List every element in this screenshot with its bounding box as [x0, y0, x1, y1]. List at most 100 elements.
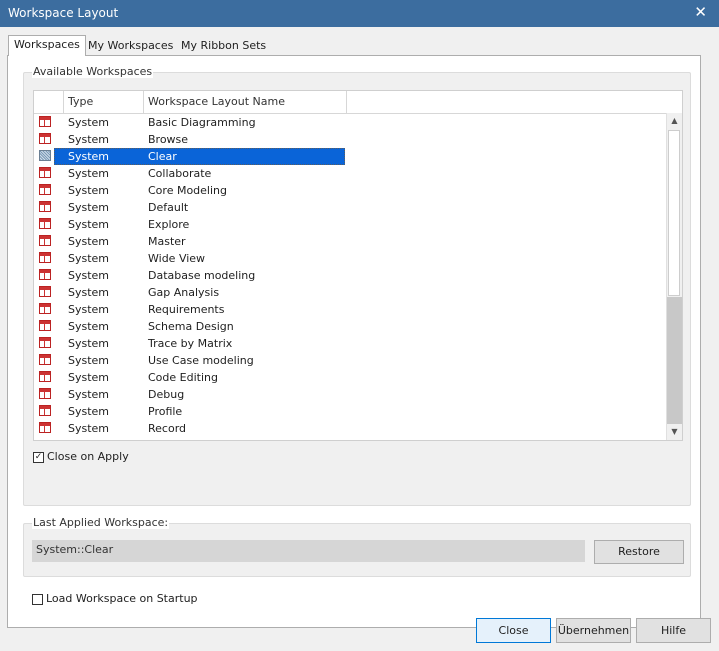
title-bar: Workspace Layout ✕: [0, 0, 719, 27]
close-window-icon[interactable]: ✕: [694, 3, 707, 21]
row-workspace-name: Debug: [148, 388, 185, 401]
row-workspace-name: Schema Design: [148, 320, 234, 333]
row-workspace-name: Basic Diagramming: [148, 116, 256, 129]
row-type: System: [68, 303, 110, 316]
workspace-layout-icon: [39, 150, 51, 161]
workspace-layout-icon: [39, 371, 51, 382]
workspace-layout-icon: [39, 388, 51, 399]
row-type: System: [68, 286, 110, 299]
tab-my-workspaces[interactable]: My Workspaces: [83, 37, 178, 55]
row-workspace-name: Master: [148, 235, 186, 248]
dialog-body: Workspaces My Workspaces My Ribbon Sets …: [0, 27, 719, 651]
close-on-apply-checkbox[interactable]: ✓: [33, 452, 44, 463]
row-type: System: [68, 218, 110, 231]
list-item[interactable]: System Record: [34, 420, 667, 437]
row-workspace-name: Record: [148, 422, 187, 435]
workspace-layout-icon: [39, 337, 51, 348]
list-item[interactable]: System Requirements: [34, 301, 667, 318]
load-on-startup-checkbox[interactable]: [32, 594, 43, 605]
list-item[interactable]: System Schema Design: [34, 318, 667, 335]
row-type: System: [68, 252, 110, 265]
list-item[interactable]: System Gap Analysis: [34, 284, 667, 301]
list-item[interactable]: System Browse: [34, 131, 667, 148]
row-workspace-name: Gap Analysis: [148, 286, 220, 299]
header-type[interactable]: Type: [64, 91, 144, 113]
tab-workspaces[interactable]: Workspaces: [8, 35, 86, 56]
row-type: System: [68, 269, 110, 282]
list-item[interactable]: System Clear: [34, 148, 667, 165]
workspace-layout-icon: [39, 269, 51, 280]
tab-panel-workspaces: Available Workspaces Type Workspace Layo…: [7, 55, 701, 628]
workspace-layout-icon: [39, 405, 51, 416]
available-workspaces-group: Available Workspaces Type Workspace Layo…: [23, 65, 691, 506]
scroll-up-icon[interactable]: ▲: [667, 113, 682, 129]
row-type: System: [68, 422, 110, 435]
list-item[interactable]: System Use Case modeling: [34, 352, 667, 369]
list-header: Type Workspace Layout Name: [34, 91, 667, 114]
workspace-layout-icon: [39, 116, 51, 127]
row-workspace-name: Browse: [148, 133, 189, 146]
row-workspace-name: Wide View: [148, 252, 206, 265]
row-workspace-name: Database modeling: [148, 269, 256, 282]
load-on-startup-label: Load Workspace on Startup: [46, 592, 198, 605]
row-workspace-name: Explore: [148, 218, 190, 231]
scroll-track[interactable]: [667, 297, 682, 424]
row-type: System: [68, 201, 110, 214]
header-workspace-layout-name[interactable]: Workspace Layout Name: [144, 91, 347, 113]
list-item[interactable]: System Default: [34, 199, 667, 216]
row-workspace-name: Collaborate: [148, 167, 212, 180]
list-item[interactable]: System Database modeling: [34, 267, 667, 284]
list-item[interactable]: System Wide View: [34, 250, 667, 267]
row-type: System: [68, 320, 110, 333]
row-type: System: [68, 337, 110, 350]
row-type: System: [68, 167, 110, 180]
help-button[interactable]: Hilfe: [636, 618, 711, 643]
scroll-thumb[interactable]: [668, 130, 680, 296]
row-type: System: [68, 150, 110, 163]
workspace-layout-icon: [39, 354, 51, 365]
last-applied-value: System::Clear: [32, 540, 585, 562]
header-corner: [666, 91, 682, 113]
row-type: System: [68, 388, 110, 401]
list-item[interactable]: System Collaborate: [34, 165, 667, 182]
row-type: System: [68, 354, 110, 367]
scroll-down-icon[interactable]: ▼: [667, 424, 682, 440]
workspace-list[interactable]: Type Workspace Layout Name System Basic D…: [33, 90, 683, 441]
list-item[interactable]: System Master: [34, 233, 667, 250]
list-item[interactable]: System Core Modeling: [34, 182, 667, 199]
row-type: System: [68, 235, 110, 248]
row-type: System: [68, 184, 110, 197]
row-workspace-name: Default: [148, 201, 189, 214]
header-icon-column: [34, 91, 64, 113]
row-workspace-name: Core Modeling: [148, 184, 227, 197]
list-item[interactable]: System Explore: [34, 216, 667, 233]
workspace-layout-icon: [39, 167, 51, 178]
tab-my-ribbon-sets[interactable]: My Ribbon Sets: [176, 37, 271, 55]
restore-button[interactable]: Restore: [594, 540, 684, 564]
list-item[interactable]: System Basic Diagramming: [34, 114, 667, 131]
close-button[interactable]: Close: [476, 618, 551, 643]
row-workspace-name: Requirements: [148, 303, 225, 316]
row-type: System: [68, 116, 110, 129]
list-item[interactable]: System Code Editing: [34, 369, 667, 386]
row-workspace-name: Code Editing: [148, 371, 218, 384]
last-applied-label: Last Applied Workspace:: [32, 516, 170, 529]
close-on-apply-label: Close on Apply: [47, 450, 129, 463]
list-item[interactable]: System Trace by Matrix: [34, 335, 667, 352]
row-type: System: [68, 405, 110, 418]
vertical-scrollbar[interactable]: ▲ ▼: [666, 113, 682, 440]
workspace-layout-icon: [39, 286, 51, 297]
workspace-layout-icon: [39, 320, 51, 331]
last-applied-group: Last Applied Workspace: System::Clear Re…: [23, 516, 691, 577]
workspace-layout-icon: [39, 422, 51, 433]
row-type: System: [68, 371, 110, 384]
row-type: System: [68, 133, 110, 146]
list-item[interactable]: System Debug: [34, 386, 667, 403]
workspace-layout-icon: [39, 235, 51, 246]
apply-button[interactable]: Übernehmen: [556, 618, 631, 643]
list-item[interactable]: System Profile: [34, 403, 667, 420]
workspace-layout-icon: [39, 218, 51, 229]
list-rows: System Basic Diagramming System Browse Syste…: [34, 114, 667, 437]
workspace-layout-icon: [39, 184, 51, 195]
workspace-layout-icon: [39, 252, 51, 263]
